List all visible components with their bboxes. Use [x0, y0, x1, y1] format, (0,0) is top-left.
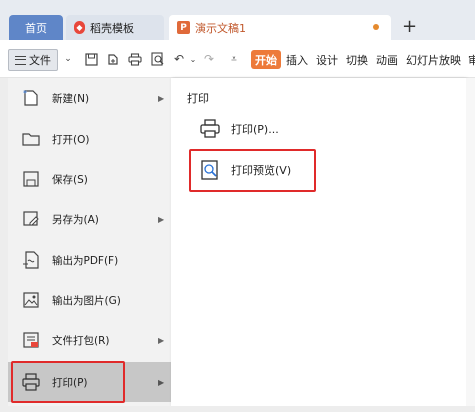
submenu-arrow-icon: ▶ — [158, 377, 165, 387]
tab-home-label: 首页 — [25, 21, 47, 35]
menu-item-save-as[interactable]: 另存为(A) ▶ — [8, 199, 171, 239]
menu-item-save-as-label: 另存为(A) — [52, 213, 99, 226]
menu-item-open[interactable]: 打开(O) — [8, 119, 171, 159]
ribbon-tab-slideshow[interactable]: 幻灯片放映 — [406, 52, 461, 68]
ribbon-tab-insert[interactable]: 插入 — [286, 52, 308, 68]
save-icon — [21, 169, 41, 189]
save-icon[interactable] — [83, 51, 99, 67]
menu-item-export-pdf[interactable]: 输出为PDF(F) — [8, 240, 171, 280]
highlight-print-menu — [11, 361, 125, 403]
customize-toolbar-icon[interactable]: ⩡ — [226, 51, 242, 67]
menu-item-new-label: 新建(N) — [52, 92, 90, 105]
menu-item-export-image-label: 输出为图片(G) — [52, 294, 121, 307]
unsaved-dot-icon — [373, 24, 379, 30]
undo-dropdown-icon[interactable]: ⌄ — [185, 51, 201, 67]
bottom-edge — [0, 406, 475, 412]
menu-item-export-pdf-label: 输出为PDF(F) — [52, 254, 119, 267]
submenu-arrow-icon: ▶ — [158, 335, 165, 345]
print-dialog-item[interactable]: 打印(P)... — [199, 118, 279, 140]
redo-icon[interactable]: ↷ — [201, 51, 217, 67]
ribbon-tab-review[interactable]: 审 — [468, 52, 475, 68]
tab-template-label: 稻壳模板 — [90, 21, 134, 35]
new-tab-button[interactable]: + — [402, 18, 417, 36]
folder-open-icon — [21, 129, 41, 149]
ribbon-tab-design[interactable]: 设计 — [316, 52, 338, 68]
menu-item-save-label: 保存(S) — [52, 173, 88, 186]
export-image-icon — [21, 290, 41, 310]
left-edge — [0, 78, 8, 412]
export-icon[interactable] — [104, 51, 120, 67]
menu-item-new[interactable]: * 新建(N) ▶ — [8, 78, 171, 118]
menu-item-package-label: 文件打包(R) — [52, 334, 110, 347]
svg-text:*: * — [23, 89, 27, 98]
docer-logo-icon: ◆ — [74, 21, 85, 34]
tab-document[interactable]: P 演示文稿1 — [169, 15, 391, 40]
save-as-icon — [21, 209, 41, 229]
submenu-arrow-icon: ▶ — [158, 214, 165, 224]
tab-bar: 首页 ◆ 稻壳模板 P 演示文稿1 + — [0, 0, 475, 40]
package-icon — [21, 330, 41, 350]
export-pdf-icon — [21, 250, 41, 270]
highlight-print-preview — [189, 149, 316, 192]
file-menu: * 新建(N) ▶ 打开(O) 保存(S) 另存为(A) ▶ 输出为PDF(F)… — [8, 78, 171, 406]
menu-icon — [15, 55, 26, 65]
document-edge — [466, 78, 475, 412]
presentation-logo-icon: P — [177, 21, 190, 34]
print-preview-icon[interactable] — [150, 51, 166, 67]
new-file-icon: * — [21, 88, 41, 108]
print-dialog-label: 打印(P)... — [231, 123, 279, 136]
menu-item-export-image[interactable]: 输出为图片(G) — [8, 280, 171, 320]
print-submenu: 打印 打印(P)... 打印预览(V) — [171, 78, 466, 406]
menu-item-open-label: 打开(O) — [52, 133, 90, 146]
menu-item-package[interactable]: 文件打包(R) ▶ — [8, 320, 171, 360]
print-icon[interactable] — [127, 51, 143, 67]
ribbon-tab-animation[interactable]: 动画 — [376, 52, 398, 68]
tab-document-label: 演示文稿1 — [195, 21, 246, 35]
ribbon-tab-home[interactable]: 开始 — [251, 50, 281, 69]
submenu-arrow-icon: ▶ — [158, 93, 165, 103]
print-panel-title: 打印 — [187, 92, 209, 105]
file-menu-button[interactable]: 文件 — [8, 49, 58, 71]
tab-home[interactable]: 首页 — [9, 15, 63, 40]
menu-item-save[interactable]: 保存(S) — [8, 159, 171, 199]
chevron-down-icon[interactable]: ⌄ — [60, 51, 76, 67]
ribbon-tab-transition[interactable]: 切换 — [346, 52, 368, 68]
quick-toolbar: 文件 ⌄ ↶ ⌄ ↷ ⩡ 开始 插入 设计 切换 动画 幻灯片放映 审 — [0, 40, 475, 78]
printer-icon — [199, 118, 221, 140]
file-menu-label: 文件 — [29, 54, 51, 67]
tab-template[interactable]: ◆ 稻壳模板 — [66, 15, 164, 40]
